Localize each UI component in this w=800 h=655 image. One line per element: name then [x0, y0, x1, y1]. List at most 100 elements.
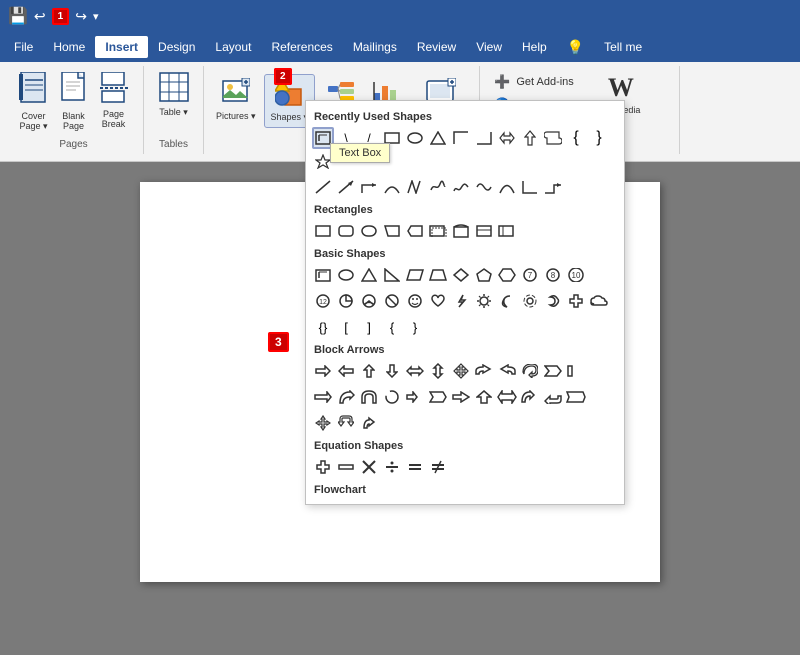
eq-divide[interactable] [381, 456, 403, 478]
more-commands-icon[interactable]: ▾ [93, 10, 99, 23]
ba-striped[interactable] [565, 386, 587, 408]
ba-left-curved[interactable] [496, 360, 518, 382]
ba-curved-move[interactable] [335, 412, 357, 434]
bs-diamond[interactable] [450, 264, 472, 286]
ba-notched2[interactable] [427, 386, 449, 408]
ba-quad[interactable] [450, 360, 472, 382]
bs-heptagon[interactable]: 7 [519, 264, 541, 286]
shape-oval[interactable] [404, 127, 426, 149]
ba-notched[interactable] [542, 360, 564, 382]
shape-scroll[interactable] [542, 127, 564, 149]
bs-cross[interactable] [565, 290, 587, 312]
arc-shape[interactable] [496, 176, 518, 198]
bs-hexagon[interactable] [496, 264, 518, 286]
line-shape[interactable] [312, 176, 334, 198]
bs-parallelogram[interactable] [404, 264, 426, 286]
ba-curved-right[interactable] [335, 386, 357, 408]
menu-review[interactable]: Review [407, 36, 466, 58]
cover-page-button[interactable]: CoverPage ▾ [13, 68, 53, 136]
ba-back[interactable] [542, 386, 564, 408]
menu-file[interactable]: File [4, 36, 43, 58]
ba-leftright[interactable] [404, 360, 426, 382]
bs-bracket-r[interactable]: ] [358, 316, 380, 338]
rect-shape4[interactable] [381, 220, 403, 242]
ba-updown[interactable] [427, 360, 449, 382]
save-icon[interactable]: 💾 [8, 6, 28, 26]
ba-stripe[interactable] [565, 360, 587, 382]
bs-cloud[interactable] [588, 290, 610, 312]
bs-brace-pair[interactable]: {} [312, 316, 334, 338]
bs-no[interactable] [381, 290, 403, 312]
shape-brace-close[interactable]: } [588, 127, 610, 149]
shape-corner2[interactable] [473, 127, 495, 149]
ba-loop[interactable] [519, 360, 541, 382]
bs-crescent[interactable] [542, 290, 564, 312]
bs-chord[interactable] [358, 290, 380, 312]
ba-right2[interactable] [312, 386, 334, 408]
rect-shape2[interactable] [335, 220, 357, 242]
blank-page-button[interactable]: BlankPage [54, 68, 94, 135]
ba-left[interactable] [335, 360, 357, 382]
bs-gear[interactable] [519, 290, 541, 312]
rect-shape6[interactable] [427, 220, 449, 242]
undo-icon[interactable]: ↩ [34, 8, 46, 25]
bs-pentagon[interactable] [473, 264, 495, 286]
zigzag-shape[interactable] [404, 176, 426, 198]
bs-left-brace[interactable]: { [381, 316, 403, 338]
elbow-shape2[interactable] [519, 176, 541, 198]
bs-rt-triangle[interactable] [381, 264, 403, 286]
eq-notequal[interactable] [427, 456, 449, 478]
shape-dbarrow[interactable] [496, 127, 518, 149]
bs-lightning[interactable] [450, 290, 472, 312]
menu-insert[interactable]: Insert [95, 36, 148, 58]
menu-home[interactable]: Home [43, 36, 95, 58]
ba-down[interactable] [381, 360, 403, 382]
bs-12gon[interactable]: 12 [312, 290, 334, 312]
get-addins-button[interactable]: ➕ Get Add-ins [488, 72, 585, 92]
bs-triangle[interactable] [358, 264, 380, 286]
ba-move[interactable] [312, 412, 334, 434]
rect-shape8[interactable] [473, 220, 495, 242]
bs-right-brace[interactable]: } [404, 316, 426, 338]
bs-heart[interactable] [427, 290, 449, 312]
menu-layout[interactable]: Layout [205, 36, 261, 58]
page-break-button[interactable]: PageBreak [94, 68, 134, 133]
eq-times[interactable] [358, 456, 380, 478]
eq-minus[interactable] [335, 456, 357, 478]
bent-shape[interactable] [542, 176, 564, 198]
menu-help[interactable]: Help [512, 36, 557, 58]
elbow-arrow-shape[interactable] [358, 176, 380, 198]
menu-design[interactable]: Design [148, 36, 205, 58]
bs-pie[interactable] [335, 290, 357, 312]
ba-right[interactable] [312, 360, 334, 382]
ba-circular[interactable] [381, 386, 403, 408]
ba-right-double[interactable] [404, 386, 426, 408]
freeform-shape[interactable] [427, 176, 449, 198]
bs-textbox[interactable] [312, 264, 334, 286]
rect-shape5[interactable] [404, 220, 426, 242]
ba-right-curved[interactable] [473, 360, 495, 382]
menu-view[interactable]: View [466, 36, 512, 58]
bs-bracket-l[interactable]: [ [335, 316, 357, 338]
rect-shape1[interactable] [312, 220, 334, 242]
ba-right3[interactable] [450, 386, 472, 408]
curve-shape[interactable] [381, 176, 403, 198]
redo-icon[interactable]: ↪ [75, 8, 87, 25]
menu-lightbulb-icon[interactable]: 💡 [557, 35, 594, 60]
ba-uturn[interactable] [358, 386, 380, 408]
menu-references[interactable]: References [261, 36, 342, 58]
ba-up[interactable] [358, 360, 380, 382]
ba-quad2[interactable] [473, 386, 495, 408]
bs-moon[interactable] [496, 290, 518, 312]
bs-decagon[interactable]: 10 [565, 264, 587, 286]
ba-curved-up[interactable] [519, 386, 541, 408]
pictures-button[interactable]: Pictures ▾ [210, 74, 262, 126]
table-button[interactable]: Table ▾ [153, 68, 195, 122]
shape-brace-open[interactable]: { [565, 127, 587, 149]
menu-mailings[interactable]: Mailings [343, 36, 407, 58]
bs-octagon[interactable]: 8 [542, 264, 564, 286]
eq-plus[interactable] [312, 456, 334, 478]
ba-loop2[interactable] [358, 412, 380, 434]
bs-smiley[interactable] [404, 290, 426, 312]
shape-corner1[interactable] [450, 127, 472, 149]
